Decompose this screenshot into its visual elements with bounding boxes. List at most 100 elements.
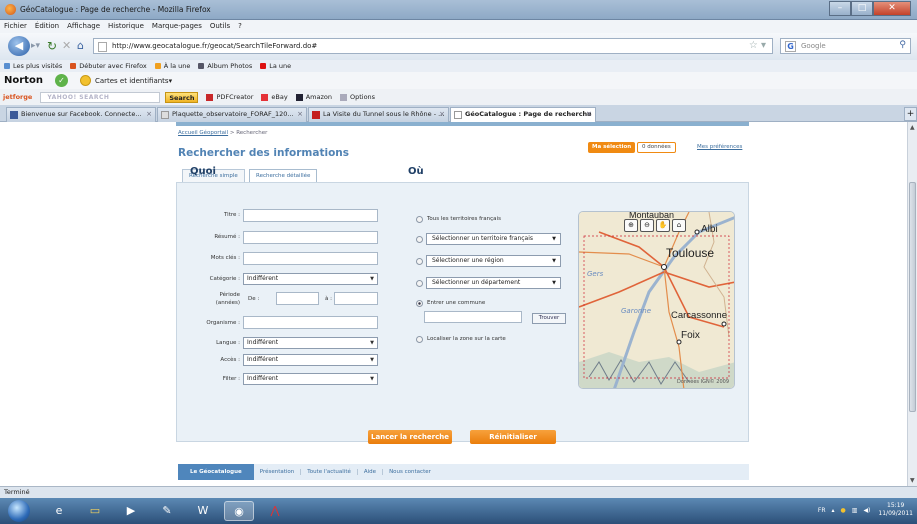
paint-icon[interactable]: ✎ [152, 501, 182, 521]
firefox-taskbar-icon[interactable]: ◉ [224, 501, 254, 521]
my-selection-button[interactable]: Ma sélection [588, 142, 636, 153]
tab-plaquette[interactable]: Plaquette_observatoire_FORAF_120... × [157, 107, 307, 122]
pdfcreator-button[interactable]: PDFCreator [206, 93, 253, 101]
maximize-button[interactable]: □ [851, 1, 873, 16]
commune-input[interactable] [424, 311, 522, 323]
norton-identity-button[interactable]: Cartes et identifiants ▾ [79, 75, 172, 86]
tab-close-icon[interactable]: × [586, 108, 592, 121]
acces-select[interactable]: Indifférent ▼ [243, 354, 378, 366]
stop-icon[interactable]: ✕ [62, 39, 71, 52]
categorie-select[interactable]: Indifférent ▼ [243, 273, 378, 285]
close-button[interactable]: ✕ [873, 1, 911, 16]
options-button[interactable]: Options [339, 93, 375, 101]
launch-search-button[interactable]: Lancer la recherche [368, 430, 452, 444]
radio-tous-territoires[interactable] [416, 216, 423, 223]
tab-close-icon[interactable]: × [146, 108, 152, 121]
norton-tray-icon[interactable]: ● [841, 507, 846, 514]
menu-affichage[interactable]: Affichage [67, 20, 100, 33]
ebay-button[interactable]: eBay [261, 93, 288, 101]
language-indicator[interactable]: FR [818, 507, 826, 514]
clock[interactable]: 15:19 11/09/2011 [878, 502, 913, 518]
tab-tunnel[interactable]: La Visite du Tunnel sous le Rhône - ... … [308, 107, 449, 122]
norton-logo[interactable]: Norton [4, 75, 43, 86]
menu-edition[interactable]: Édition [35, 20, 59, 33]
amazon-button[interactable]: Amazon [295, 93, 332, 101]
word-icon[interactable]: W [188, 501, 218, 521]
menu-aide[interactable]: ? [238, 20, 242, 33]
radio-territoire[interactable] [416, 236, 423, 243]
tab-facebook[interactable]: Bienvenue sur Facebook. Connecte... × [6, 107, 156, 122]
tab-detailed-search[interactable]: Recherche détaillée [249, 169, 318, 182]
google-icon[interactable]: G [785, 41, 796, 52]
radio-commune[interactable] [416, 300, 423, 307]
folder-icon[interactable]: ▭ [80, 501, 110, 521]
tab-close-icon[interactable]: × [297, 108, 303, 121]
organisme-input[interactable] [243, 316, 378, 329]
menu-fichier[interactable]: Fichier [4, 20, 27, 33]
scroll-up-icon[interactable]: ▲ [910, 124, 915, 131]
search-icon[interactable]: ⚲ [899, 40, 906, 50]
vertical-scrollbar[interactable]: ▲ ▼ [907, 122, 917, 486]
norton-check-icon[interactable]: ✓ [54, 74, 68, 87]
footer-nav-contact[interactable]: Nous contacter [383, 469, 437, 475]
titre-input[interactable] [243, 209, 378, 222]
departement-select[interactable]: Sélectionner un département ▼ [426, 277, 561, 289]
acrobat-icon[interactable]: ⋀ [260, 501, 290, 521]
ie-icon[interactable]: e [44, 501, 74, 521]
search-placeholder[interactable]: Google [801, 42, 826, 50]
menu-marque-pages[interactable]: Marque-pages [152, 20, 202, 33]
forward-dropdown-icon[interactable]: ▸▾ [31, 41, 40, 51]
periode-to-input[interactable] [334, 292, 378, 305]
radio-region[interactable] [416, 258, 423, 265]
bookmark-most-visited[interactable]: Les plus visités [4, 62, 62, 70]
bookmark-a-la-une[interactable]: À la une [154, 62, 190, 70]
yahoo-search-button[interactable]: Search [165, 91, 199, 103]
radio-localiser[interactable] [416, 336, 423, 343]
periode-from-input[interactable] [276, 292, 319, 305]
back-arrow-icon[interactable]: ◀ [8, 36, 30, 56]
menu-outils[interactable]: Outils [210, 20, 230, 33]
filter-select[interactable]: Indifférent ▼ [243, 373, 378, 385]
footer-nav-geocatalogue[interactable]: Le Géocatalogue [178, 464, 254, 480]
tab-close-icon[interactable]: × [439, 108, 445, 121]
preferences-link[interactable]: Mes préférences [697, 144, 742, 150]
map-home-icon[interactable]: ⌂ [672, 219, 686, 232]
start-button[interactable] [8, 500, 30, 522]
home-icon[interactable]: ⌂ [77, 39, 84, 52]
footer-nav-presentation[interactable]: Présentation [254, 469, 302, 475]
bookmark-album-photos[interactable]: Album Photos [198, 62, 252, 70]
region-select[interactable]: Sélectionner une région ▼ [426, 255, 561, 267]
bookmark-la-une[interactable]: La une [260, 62, 291, 70]
bookmark-star-icon[interactable]: ☆ ▾ [749, 40, 766, 51]
zoom-out-icon[interactable]: ⊖ [640, 219, 654, 232]
territoire-select[interactable]: Sélectionner un territoire français ▼ [426, 233, 561, 245]
yahoo-search-input[interactable]: YAHOO! SEARCH [40, 91, 161, 103]
pan-hand-icon[interactable]: ✋ [656, 219, 670, 232]
langue-select[interactable]: Indifférent ▼ [243, 337, 378, 349]
breadcrumb-home-link[interactable]: Accueil Géoportail [178, 130, 228, 136]
footer-nav-actualite[interactable]: Toute l'actualité [301, 469, 358, 475]
media-player-icon[interactable]: ▶ [116, 501, 146, 521]
scroll-down-icon[interactable]: ▼ [910, 477, 915, 484]
zoom-in-icon[interactable]: ⊕ [624, 219, 638, 232]
search-bar[interactable]: G Google ⚲ [780, 38, 911, 54]
minimize-button[interactable]: – [829, 1, 851, 16]
bookmark-getting-started[interactable]: Débuter avec Firefox [70, 62, 147, 70]
mots-cles-input[interactable] [243, 252, 378, 265]
footer-nav-aide[interactable]: Aide [358, 469, 384, 475]
url-text[interactable]: http://www.geocatalogue.fr/geocat/Search… [112, 42, 317, 50]
trouver-button[interactable]: Trouver [532, 313, 566, 324]
map-view[interactable]: Montauban Albi Toulouse Gers Garonne Car… [578, 211, 735, 389]
tray-arrow-icon[interactable]: ▴ [832, 507, 835, 514]
new-tab-button[interactable]: + [904, 107, 917, 121]
url-bar[interactable]: http://www.geocatalogue.fr/geocat/Search… [93, 38, 773, 54]
jetforge-logo[interactable]: jetforge [3, 93, 32, 101]
reset-button[interactable]: Réinitialiser [470, 430, 556, 444]
volume-icon[interactable]: ◀) [863, 507, 870, 514]
scrollbar-thumb[interactable] [909, 182, 916, 412]
selection-count-badge[interactable]: 0 données [637, 142, 676, 153]
resume-input[interactable] [243, 231, 378, 244]
reload-icon[interactable]: ↻ [47, 39, 57, 53]
network-icon[interactable]: ▥ [852, 507, 858, 514]
radio-departement[interactable] [416, 280, 423, 287]
